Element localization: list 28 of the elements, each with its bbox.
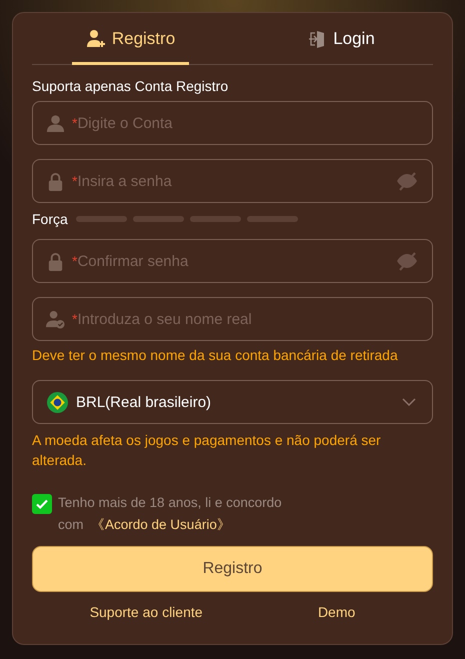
form-heading: Suporta apenas Conta Registro <box>32 78 230 94</box>
flag-icon <box>47 392 68 412</box>
tab[interactable]: Login <box>249 13 433 65</box>
user-check-icon <box>46 310 65 328</box>
agreement-text: Tenho mais de 18 anos, li e concordo com 《Acordo de Usuário》 <box>58 494 283 534</box>
text-input[interactable]: Confirmar senha <box>77 252 395 270</box>
user-agreement-link[interactable]: 《Acordo de Usuário》 <box>91 517 231 532</box>
agreement-checkbox[interactable] <box>32 494 52 514</box>
tab[interactable]: Registro <box>72 13 189 65</box>
register-button[interactable]: Registro <box>32 546 433 592</box>
strength-label: Força <box>32 211 68 227</box>
user-icon <box>46 114 65 132</box>
required-marker: * <box>72 253 78 269</box>
required-marker: * <box>72 311 78 327</box>
required-marker: * <box>72 173 78 189</box>
chevron-down-icon <box>402 398 416 406</box>
required-marker: * <box>72 115 78 131</box>
lock-icon <box>46 172 65 190</box>
text-input[interactable]: Digite o Conta <box>77 114 419 132</box>
add-user-icon <box>86 28 106 48</box>
currency-hint: A moeda afeta os jogos e pagamentos e não poderá ser alterada. <box>32 431 382 470</box>
text-input[interactable]: Introduza o seu nome real <box>77 310 419 328</box>
text-input[interactable]: Insira a senha <box>77 172 395 190</box>
footer-link[interactable]: Suporte ao cliente <box>90 604 203 620</box>
footer-link[interactable]: Demo <box>318 604 356 620</box>
currency-select[interactable]: BRL(Real brasileiro) <box>32 380 433 424</box>
name-hint: Deve ter o mesmo nome da sua conta bancária de retirada <box>32 346 399 365</box>
lock-icon <box>46 252 65 270</box>
